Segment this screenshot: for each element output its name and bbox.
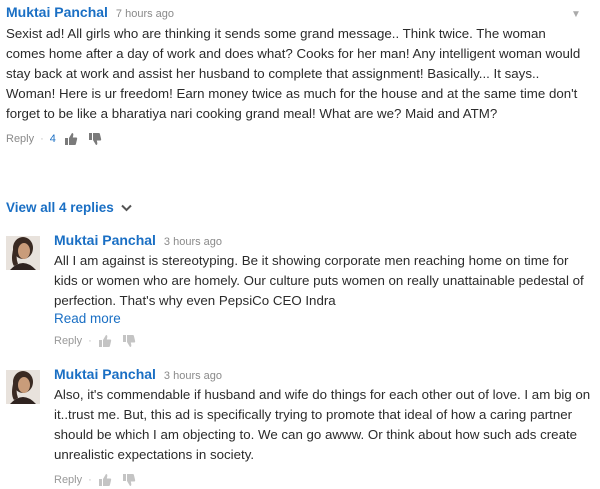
comment-header: Muktai Panchal 7 hours ago <box>6 4 592 20</box>
reply-author[interactable]: Muktai Panchal <box>54 232 156 248</box>
view-replies-link[interactable]: View all 4 replies <box>6 200 132 215</box>
reply-timestamp[interactable]: 3 hours ago <box>164 236 222 248</box>
reply-text: All I am against is stereotyping. Be it … <box>54 253 584 308</box>
chevron-down-icon <box>121 201 132 215</box>
comment-actions: Reply · 4 <box>6 130 592 148</box>
chevron-down-icon: ▼ <box>571 8 581 20</box>
view-replies-label: View all 4 replies <box>6 200 114 215</box>
reply-button[interactable]: Reply <box>54 335 82 347</box>
comment-timestamp[interactable]: 7 hours ago <box>116 8 174 20</box>
reply-button[interactable]: Reply <box>54 474 82 486</box>
reply-actions: Reply · <box>54 332 592 350</box>
avatar[interactable] <box>6 236 40 270</box>
reply-text: Also, it's commendable if husband and wi… <box>54 387 591 462</box>
top-comment: Muktai Panchal 7 hours ago ▼ Sexist ad! … <box>6 4 592 148</box>
reply-timestamp[interactable]: 3 hours ago <box>164 370 222 382</box>
reply-item: Muktai Panchal 3 hours ago All I am agai… <box>6 232 592 352</box>
reply-content: Muktai Panchal 3 hours ago Also, it's co… <box>54 366 592 489</box>
thumbs-down-icon[interactable] <box>88 132 102 146</box>
reply-author[interactable]: Muktai Panchal <box>54 366 156 382</box>
separator: · <box>88 335 92 347</box>
reply-button[interactable]: Reply <box>6 133 34 145</box>
reply-content: Muktai Panchal 3 hours ago All I am agai… <box>54 232 592 350</box>
reply-header: Muktai Panchal 3 hours ago <box>54 232 592 248</box>
like-count: 4 <box>49 133 56 145</box>
reply-item: Muktai Panchal 3 hours ago Also, it's co… <box>6 366 592 486</box>
avatar[interactable] <box>6 370 40 404</box>
comment-author[interactable]: Muktai Panchal <box>6 4 108 20</box>
reply-header: Muktai Panchal 3 hours ago <box>54 366 592 382</box>
separator: · <box>88 474 92 486</box>
reply-actions: Reply · <box>54 471 592 489</box>
thumbs-up-icon[interactable] <box>64 132 78 146</box>
thumbs-up-icon[interactable] <box>98 334 112 348</box>
read-more-link[interactable]: Read more <box>54 311 592 326</box>
separator: · <box>40 133 44 145</box>
comment-text: Sexist ad! All girls who are thinking it… <box>6 26 581 121</box>
comment-menu-button[interactable]: ▼ <box>568 6 584 22</box>
thumbs-down-icon[interactable] <box>122 334 136 348</box>
